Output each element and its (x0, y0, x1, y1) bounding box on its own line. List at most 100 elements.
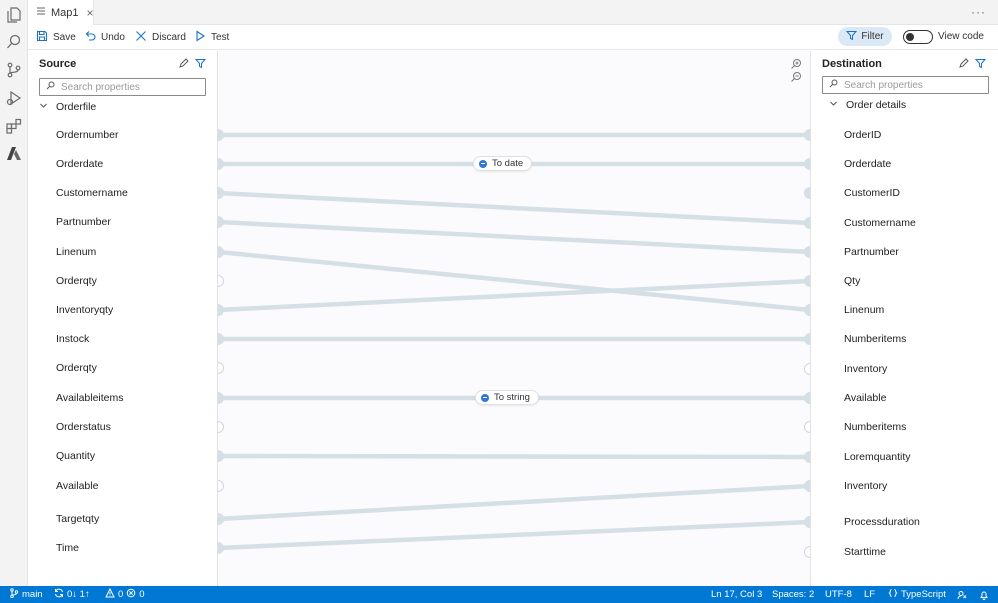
indentation-indicator[interactable]: Spaces: 2 (772, 586, 814, 603)
filter-button[interactable]: Filter (838, 27, 892, 46)
sync-indicator[interactable]: 0↓ 1↑ (54, 586, 90, 603)
azure-icon[interactable] (5, 145, 23, 163)
destination-field[interactable]: Available (844, 389, 886, 407)
edit-icon[interactable] (178, 58, 189, 72)
extensions-icon[interactable] (5, 117, 23, 135)
spaces-label: Spaces: 2 (772, 589, 815, 600)
eol-indicator[interactable]: LF (864, 586, 875, 603)
source-group-orderfile[interactable]: Orderfile (39, 101, 96, 113)
zoom-in-icon[interactable] (790, 58, 802, 70)
destination-field[interactable]: OrderID (844, 126, 881, 144)
source-field[interactable]: Orderqty (56, 272, 97, 290)
source-field[interactable]: Customername (56, 184, 128, 202)
undo-button[interactable]: Undo (84, 25, 125, 50)
source-control-icon[interactable] (5, 61, 23, 79)
feedback-icon[interactable] (957, 586, 967, 603)
cursor-position[interactable]: Ln 17, Col 3 (711, 586, 762, 603)
source-port[interactable] (218, 333, 224, 345)
destination-field[interactable]: Inventory (844, 360, 887, 378)
source-field[interactable]: Time (56, 539, 79, 557)
destination-field[interactable]: Qty (844, 272, 860, 290)
error-icon (126, 588, 136, 601)
filter-icon[interactable] (194, 58, 207, 72)
notifications-icon[interactable] (979, 586, 989, 603)
destination-field[interactable]: Starttime (844, 543, 886, 561)
discard-button[interactable]: Discard (135, 25, 186, 50)
language-indicator[interactable]: TypeScript (888, 586, 946, 603)
destination-field[interactable]: Numberitems (844, 418, 906, 436)
mapping-connector[interactable] (218, 249, 810, 313)
destination-search-input[interactable] (844, 79, 984, 91)
filter-icon[interactable] (974, 58, 987, 72)
function-node[interactable]: To string (475, 390, 539, 405)
filter-icon (846, 30, 858, 44)
source-field[interactable]: Orderqty (56, 359, 97, 377)
branch-indicator[interactable]: main (9, 586, 43, 603)
destination-field[interactable]: Partnumber (844, 243, 899, 261)
destination-field[interactable]: Processduration (844, 513, 920, 531)
mapping-connector[interactable] (218, 278, 810, 313)
source-port[interactable] (218, 480, 224, 492)
encoding-indicator[interactable]: UTF-8 (825, 586, 852, 603)
destination-field[interactable]: Customername (844, 214, 916, 232)
destination-field[interactable]: Inventory (844, 477, 887, 495)
source-port[interactable] (218, 187, 224, 199)
source-port[interactable] (218, 129, 224, 141)
source-search-field[interactable] (39, 78, 206, 96)
source-field[interactable]: Inventoryqty (56, 301, 113, 319)
destination-field[interactable]: Linenum (844, 301, 884, 319)
source-port[interactable] (218, 392, 224, 404)
destination-search-field[interactable] (822, 76, 989, 94)
save-button[interactable]: Save (36, 25, 76, 50)
destination-panel: Destination Order details OrderID Orderda… (810, 51, 998, 586)
mapping-canvas[interactable]: To date To string (218, 51, 810, 586)
source-field[interactable]: Linenum (56, 243, 96, 261)
source-field[interactable]: Ordernumber (56, 126, 118, 144)
source-search-input[interactable] (61, 81, 201, 93)
mapping-connector[interactable] (218, 453, 810, 460)
view-code-toggle[interactable] (903, 30, 933, 44)
source-port[interactable] (218, 275, 224, 287)
source-port[interactable] (218, 542, 224, 554)
search-icon[interactable] (5, 33, 23, 51)
source-field[interactable]: Partnumber (56, 213, 111, 231)
source-port[interactable] (218, 158, 224, 170)
mapping-connector[interactable] (218, 483, 810, 522)
test-button[interactable]: Test (194, 25, 229, 50)
destination-field[interactable]: Numberitems (844, 330, 906, 348)
run-debug-icon[interactable] (5, 89, 23, 107)
destination-field[interactable]: Loremquantity (844, 448, 911, 466)
source-field[interactable]: Orderstatus (56, 418, 111, 436)
source-field[interactable]: Availableitems (56, 389, 124, 407)
mapping-connector[interactable] (218, 519, 810, 551)
undo-label: Undo (101, 32, 125, 43)
destination-group-order-details[interactable]: Order details (829, 99, 906, 111)
destination-field[interactable]: CustomerID (844, 184, 900, 202)
source-port[interactable] (218, 216, 224, 228)
source-field[interactable]: Available (56, 477, 98, 495)
more-actions-icon[interactable]: ··· (971, 5, 986, 19)
source-field[interactable]: Targetqty (56, 510, 99, 528)
source-port[interactable] (218, 362, 224, 374)
source-port[interactable] (218, 513, 224, 525)
zoom-out-icon[interactable] (790, 71, 802, 83)
source-field[interactable]: Orderdate (56, 155, 103, 173)
source-port[interactable] (218, 246, 224, 258)
problems-indicator[interactable]: 0 0 (105, 586, 145, 603)
edit-icon[interactable] (958, 58, 969, 72)
close-icon[interactable]: × (87, 6, 94, 20)
function-node[interactable]: To date (473, 156, 533, 171)
source-port[interactable] (218, 421, 224, 433)
discard-label: Discard (152, 32, 186, 43)
source-field[interactable]: Instock (56, 330, 89, 348)
discard-icon (135, 30, 147, 45)
destination-field[interactable]: Orderdate (844, 155, 891, 173)
source-port[interactable] (218, 304, 224, 316)
source-field[interactable]: Quantity (56, 447, 95, 465)
editor-tab-bar: Map1 × ··· (28, 0, 998, 25)
tab-map1[interactable]: Map1 × (28, 0, 94, 25)
source-port[interactable] (218, 450, 224, 462)
explorer-icon[interactable] (5, 6, 23, 24)
mapping-connector[interactable] (218, 190, 810, 226)
mapping-connector[interactable] (218, 219, 810, 255)
